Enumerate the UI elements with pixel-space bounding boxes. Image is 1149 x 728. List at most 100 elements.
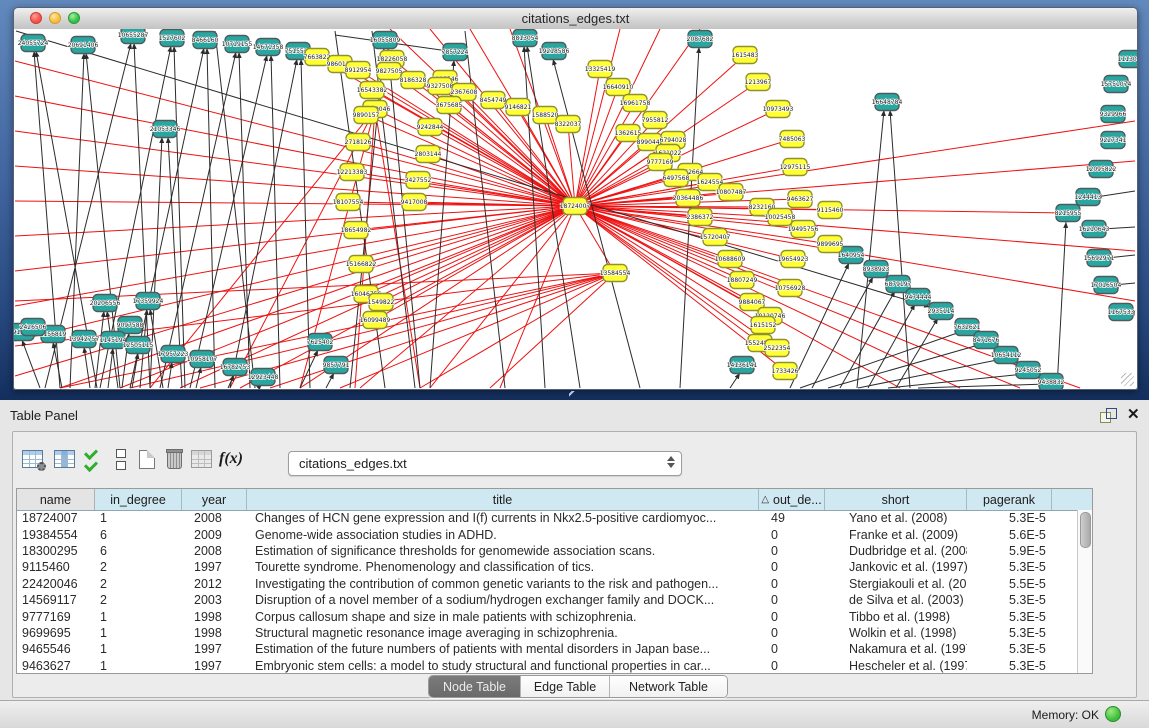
graph-node[interactable]: 10688609 [715,251,746,268]
column-visibility-icon[interactable] [51,446,77,472]
new-table-icon[interactable] [134,446,160,472]
graph-node[interactable]: 16648784 [872,94,903,111]
graph-node[interactable]: 18654982 [341,222,372,239]
graph-node[interactable]: 8322037 [555,116,582,133]
graph-node[interactable]: 10973493 [763,101,794,118]
function-builder-icon[interactable]: f(x) [218,446,244,472]
graph-node[interactable]: 18724007 [560,198,591,215]
graph-node[interactable]: 17957223 [158,346,189,363]
graph-node[interactable]: 9890157 [353,107,380,124]
graph-node[interactable]: 1615483 [732,47,759,64]
table-row[interactable]: 1938455462009Genome-wide association stu… [17,526,1078,542]
column-header-title[interactable]: title [247,489,759,510]
graph-node[interactable]: 9899695 [817,236,844,253]
graph-node[interactable]: 12975115 [780,159,811,176]
graph-node[interactable]: 14671358 [253,39,284,56]
graph-node[interactable]: 13325419 [585,61,616,78]
window-resize-grip[interactable] [1121,373,1134,386]
graph-node[interactable]: 12505115 [123,337,154,354]
graph-node[interactable]: 16543382 [357,82,388,99]
graph-node[interactable]: 7955812 [642,112,669,129]
graph-node[interactable]: 2803144 [415,146,442,163]
column-header-short[interactable]: short [825,489,967,510]
graph-node[interactable]: 24055724 [18,35,49,52]
graph-node[interactable]: 17359924 [133,293,164,310]
graph-node[interactable]: 16210643 [1079,221,1110,238]
column-header-out_de[interactable]: △out_de... [759,489,825,510]
graph-node[interactable]: 7857224 [442,44,469,61]
column-header-pagerank[interactable]: pagerank [967,489,1052,510]
delete-table-icon[interactable] [161,446,187,472]
table-row[interactable]: 1830029562008Estimation of significance … [17,543,1078,559]
tab-node-table[interactable]: Node Table [429,676,521,697]
graph-node[interactable]: 10654112 [991,347,1022,364]
table-scrollbar[interactable] [1077,510,1092,673]
row-height-icon[interactable] [108,446,134,472]
graph-node[interactable]: 9463627 [787,191,814,208]
graph-node[interactable]: 19654923 [778,251,809,268]
graph-node[interactable]: 1527602 [159,30,186,47]
network-canvas[interactable]: 2405572420691406106552871527602846616010… [14,29,1137,389]
graph-node[interactable]: 20364486 [673,190,704,207]
graph-node[interactable]: 13584554 [600,265,631,282]
scrollbar-thumb[interactable] [1080,512,1091,548]
graph-node[interactable]: 2386372 [687,209,714,226]
graph-node[interactable]: 9227341 [1100,132,1127,149]
graph-node[interactable]: 9327508 [427,78,454,95]
graph-node[interactable]: 8938923 [863,261,890,278]
graph-node[interactable]: 8454749 [480,92,507,109]
table-row[interactable]: 1456911722003Disruption of a novel membe… [17,592,1078,608]
graph-node[interactable]: 1213967 [745,74,772,91]
graph-node[interactable]: 8813054 [512,30,539,47]
select-rows-icon[interactable] [78,446,104,472]
graph-node[interactable]: 8466160 [192,32,219,49]
tab-edge-table[interactable]: Edge Table [521,676,610,697]
graph-node[interactable]: 10756928 [775,280,806,297]
graph-node[interactable]: 8186328 [400,72,427,89]
graph-node[interactable]: 9329966 [1100,106,1127,123]
graph-node[interactable]: 9417008 [401,194,428,211]
graph-node[interactable]: 15720407 [700,229,731,246]
graph-node[interactable]: 16961758 [620,95,651,112]
table-settings-icon[interactable] [19,446,45,472]
table-row[interactable]: 946554611997Estimation of the future num… [17,641,1078,657]
graph-node[interactable]: 14136141 [727,357,758,374]
graph-node[interactable]: 21053346 [150,121,181,138]
graph-node[interactable]: 8912954 [345,62,372,79]
graph-node[interactable]: 9438832 [1038,374,1065,390]
graph-node[interactable]: 16782753 [220,359,251,376]
graph-node[interactable]: 9115460 [817,202,844,219]
graph-node[interactable]: 2718126 [345,134,372,151]
graph-node[interactable]: 1733426 [772,363,799,380]
graph-node[interactable]: 9777169 [647,154,674,171]
graph-node[interactable]: 9474444 [905,289,932,306]
table-row[interactable]: 969969511998Structural magnetic resonanc… [17,625,1078,641]
graph-node[interactable]: 10958107 [187,351,218,368]
graph-node[interactable]: 9242844 [417,119,444,136]
graph-node[interactable]: 3675685 [436,97,463,114]
graph-node[interactable]: 9857791 [323,357,350,374]
graph-node[interactable]: 8471676 [973,332,1000,349]
graph-node[interactable]: 19495756 [788,221,819,238]
graph-node[interactable]: 1113044 [1118,51,1137,68]
table-row[interactable]: 977716911998Corpus callosum shape and si… [17,608,1078,624]
graph-node[interactable]: 7485063 [779,131,806,148]
graph-node[interactable]: 12213383 [337,164,368,181]
graph-node[interactable]: 17016504 [1091,277,1122,294]
float-panel-icon[interactable] [1100,408,1116,422]
graph-node[interactable]: 16055809 [370,32,401,49]
graph-node[interactable]: 3427552 [405,172,432,189]
graph-node[interactable]: 9245052 [1015,362,1042,379]
graph-node[interactable]: 15692971 [1084,250,1115,267]
graph-node[interactable]: 15751074 [1101,76,1132,93]
graph-node[interactable]: 9146821 [505,99,532,116]
table-select-dropdown[interactable]: citations_edges.txt [288,451,682,476]
graph-node[interactable]: 12095822 [1086,161,1117,178]
graph-node[interactable]: 8215955 [1055,205,1082,222]
close-panel-icon[interactable]: ✕ [1127,405,1140,423]
graph-node[interactable]: 2426506 [20,319,47,336]
graph-node[interactable]: 1549822 [368,294,395,311]
graph-node[interactable]: 18807249 [727,272,758,289]
graph-node[interactable]: 13942757 [69,331,100,348]
column-header-in_degree[interactable]: in_degree [95,489,182,510]
